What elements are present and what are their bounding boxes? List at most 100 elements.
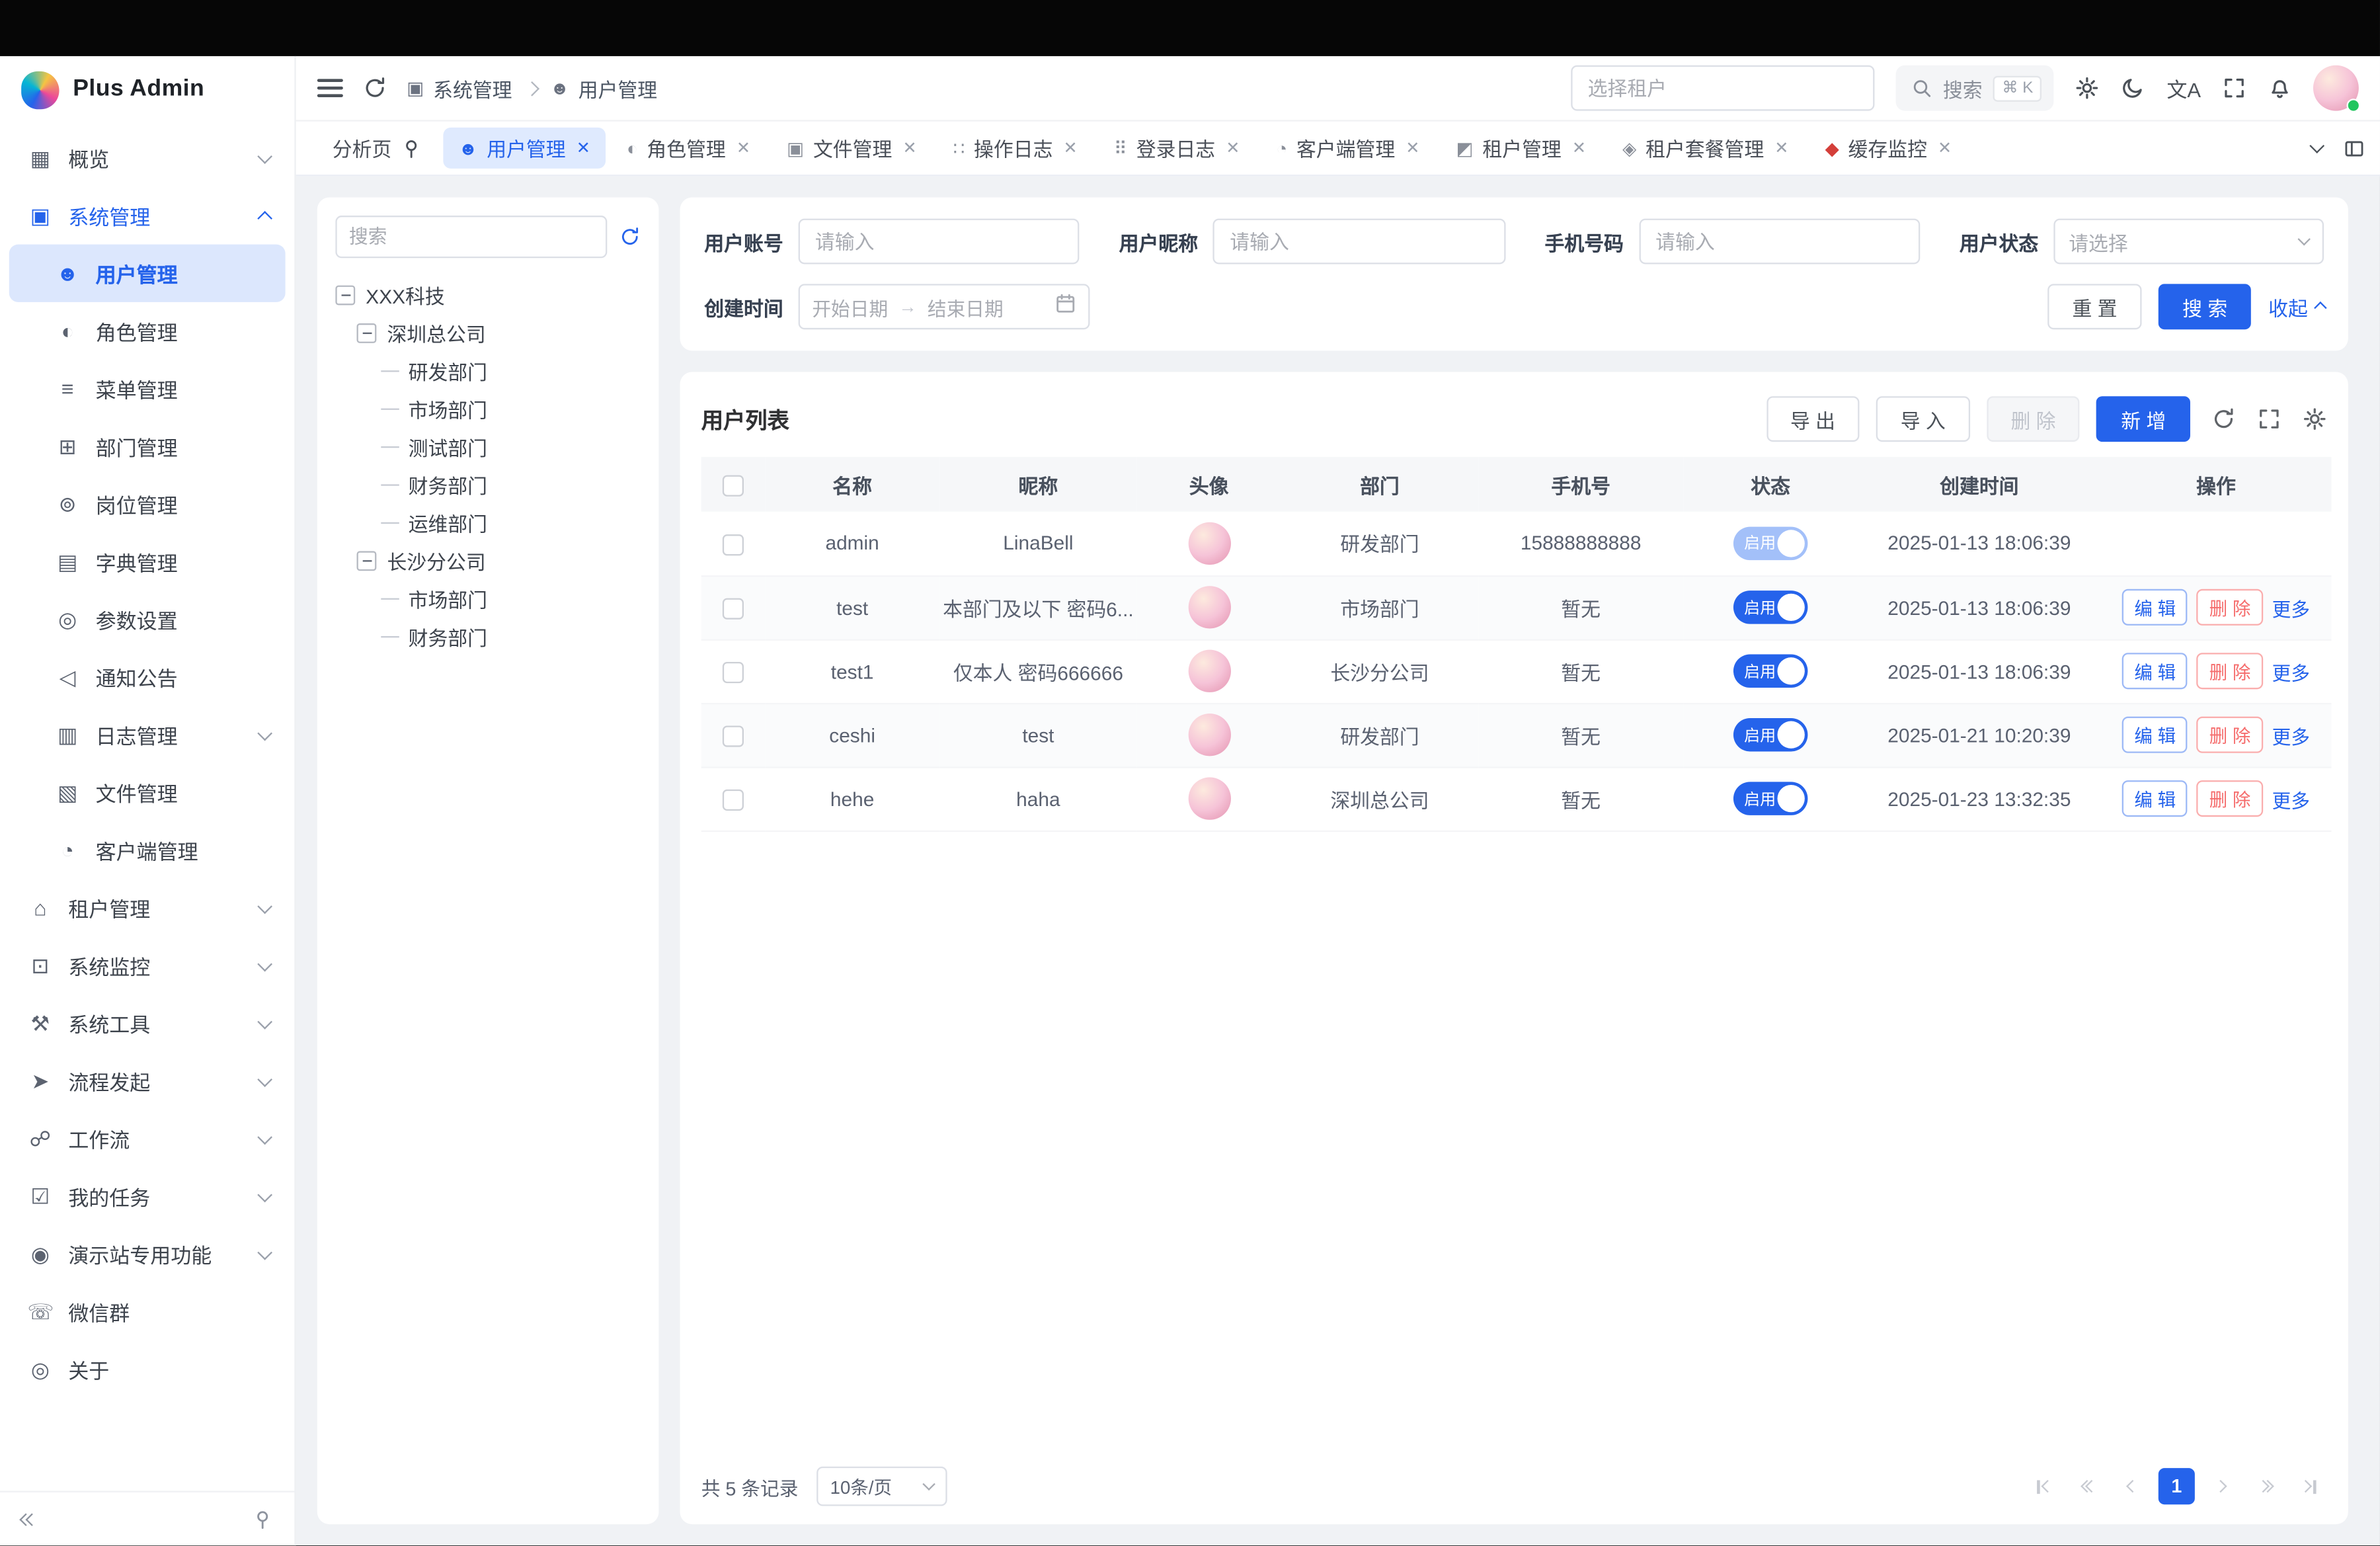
- tree-node[interactable]: 深圳总公司: [357, 314, 641, 352]
- tab[interactable]: ☻ 用户管理 ✕: [443, 128, 605, 169]
- delete-row-button[interactable]: 删 除: [2197, 780, 2263, 817]
- tree-node[interactable]: 市场部门: [381, 390, 641, 428]
- sidebar-item[interactable]: ▧ 文件管理: [9, 764, 286, 821]
- table-refresh-button[interactable]: [2211, 407, 2236, 431]
- sidebar-item[interactable]: ▥ 日志管理: [9, 706, 286, 764]
- sidebar-item[interactable]: ☑ 我的任务: [9, 1168, 286, 1225]
- sidebar-item[interactable]: ≡ 菜单管理: [9, 360, 286, 417]
- tab-close-icon[interactable]: ✕: [1064, 138, 1078, 158]
- tree-node[interactable]: XXX科技: [335, 276, 640, 314]
- breadcrumb-item[interactable]: ▣ 系统管理: [407, 73, 537, 102]
- sidebar-item[interactable]: ▦ 概览: [9, 129, 286, 186]
- tab[interactable]: ◔ 客户端管理 ✕: [1261, 128, 1435, 169]
- tree-node[interactable]: 测试部门: [381, 428, 641, 466]
- pin-icon[interactable]: [401, 138, 422, 159]
- sidebar-item[interactable]: ⊡ 系统监控: [9, 937, 286, 995]
- sidebar-item[interactable]: ◎ 参数设置: [9, 590, 286, 648]
- tab-close-icon[interactable]: ✕: [902, 138, 916, 158]
- edit-button[interactable]: 编 辑: [2122, 717, 2188, 753]
- tab-close-icon[interactable]: ✕: [1572, 138, 1586, 158]
- sidebar-item[interactable]: ⊞ 部门管理: [9, 417, 286, 475]
- row-checkbox[interactable]: [723, 598, 744, 619]
- status-toggle[interactable]: 启用: [1733, 655, 1807, 688]
- reset-button[interactable]: 重 置: [2048, 284, 2141, 329]
- refresh-page-button[interactable]: [363, 76, 387, 101]
- sidebar-item[interactable]: ☻ 用户管理: [9, 245, 286, 302]
- dark-mode-toggle[interactable]: [2121, 76, 2145, 101]
- filter-input[interactable]: [1639, 219, 1920, 264]
- tabs-panel-button[interactable]: [2344, 138, 2365, 159]
- tree-node[interactable]: 研发部门: [381, 352, 641, 390]
- tree-node[interactable]: 市场部门: [381, 580, 641, 618]
- tab[interactable]: ⠿ 登录日志 ✕: [1099, 128, 1255, 169]
- tree-node[interactable]: 运维部门: [381, 504, 641, 542]
- global-search[interactable]: 搜索 ⌘ K: [1896, 65, 2055, 111]
- tree-node[interactable]: 财务部门: [381, 618, 641, 655]
- row-checkbox[interactable]: [723, 725, 744, 747]
- next-page-button[interactable]: [2202, 1469, 2239, 1505]
- tab-close-icon[interactable]: ✕: [1938, 138, 1952, 158]
- export-button[interactable]: 导 出: [1766, 396, 1859, 442]
- tab-close-icon[interactable]: ✕: [736, 138, 750, 158]
- filter-select[interactable]: 请选择: [2053, 219, 2324, 264]
- tab-close-icon[interactable]: ✕: [1226, 138, 1240, 158]
- collapse-toggle-icon[interactable]: [357, 551, 377, 571]
- sidebar-item[interactable]: ◁ 通知公告: [9, 648, 286, 706]
- sidebar-item[interactable]: ◔ 客户端管理: [9, 821, 286, 879]
- sidebar-item[interactable]: ☍ 工作流: [9, 1110, 286, 1167]
- sidebar-item[interactable]: ⚒ 系统工具: [9, 995, 286, 1052]
- tabs-dropdown-button[interactable]: [2309, 138, 2324, 153]
- collapse-toggle-icon[interactable]: [335, 286, 355, 305]
- import-button[interactable]: 导 入: [1876, 396, 1969, 442]
- sidebar-item[interactable]: ▤ 字典管理: [9, 533, 286, 590]
- fullscreen-button[interactable]: [2222, 76, 2246, 101]
- tenant-select[interactable]: [1571, 65, 1874, 111]
- pin-icon[interactable]: [252, 1509, 273, 1530]
- date-range-picker[interactable]: 开始日期 → 结束日期: [799, 284, 1090, 329]
- tab[interactable]: 分析页: [317, 128, 437, 169]
- user-avatar[interactable]: [2313, 65, 2359, 111]
- tab[interactable]: ◆ 缓存监控 ✕: [1810, 128, 1967, 169]
- sidebar-collapse-button[interactable]: [21, 1515, 36, 1524]
- status-toggle[interactable]: 启用: [1733, 590, 1807, 624]
- filter-input[interactable]: [799, 219, 1080, 264]
- tree-refresh-button[interactable]: [619, 226, 641, 247]
- sidebar-item[interactable]: ◐ 角色管理: [9, 302, 286, 360]
- notifications-button[interactable]: [2268, 76, 2292, 101]
- more-button[interactable]: 更多: [2272, 720, 2310, 749]
- menu-toggle-button[interactable]: [317, 79, 343, 97]
- prev-page-button[interactable]: [2114, 1469, 2151, 1505]
- tab-close-icon[interactable]: ✕: [576, 138, 590, 158]
- prev-5-pages-button[interactable]: [2071, 1469, 2107, 1505]
- more-button[interactable]: 更多: [2272, 784, 2310, 813]
- select-all-checkbox[interactable]: [723, 475, 744, 496]
- first-page-button[interactable]: [2026, 1469, 2063, 1505]
- sidebar-item[interactable]: ⌂ 租户管理: [9, 879, 286, 936]
- tab[interactable]: ▣ 文件管理 ✕: [772, 128, 932, 169]
- row-checkbox[interactable]: [723, 662, 744, 683]
- edit-button[interactable]: 编 辑: [2122, 589, 2188, 626]
- sidebar-item[interactable]: ⊚ 岗位管理: [9, 475, 286, 533]
- tab[interactable]: ◐ 角色管理 ✕: [612, 128, 766, 169]
- breadcrumb-item[interactable]: ☻ 用户管理: [550, 73, 657, 102]
- delete-row-button[interactable]: 删 除: [2197, 589, 2263, 626]
- last-page-button[interactable]: [2291, 1469, 2327, 1505]
- delete-button[interactable]: 删 除: [1987, 396, 2080, 442]
- delete-row-button[interactable]: 删 除: [2197, 653, 2263, 689]
- status-toggle[interactable]: 启用: [1733, 526, 1807, 560]
- sidebar-item[interactable]: ▣ 系统管理: [9, 186, 286, 244]
- tab[interactable]: ◩ 租户管理 ✕: [1441, 128, 1601, 169]
- tab[interactable]: ◈ 租户套餐管理 ✕: [1607, 128, 1804, 169]
- language-toggle[interactable]: 文A: [2166, 73, 2201, 103]
- page-size-select[interactable]: 10条/页: [816, 1467, 947, 1507]
- collapse-filters-link[interactable]: 收起: [2268, 292, 2324, 321]
- tab-close-icon[interactable]: ✕: [1406, 138, 1419, 158]
- tab[interactable]: ∷ 操作日志 ✕: [938, 128, 1093, 169]
- edit-button[interactable]: 编 辑: [2122, 653, 2188, 689]
- row-checkbox[interactable]: [723, 789, 744, 810]
- tree-node[interactable]: 财务部门: [381, 466, 641, 504]
- add-button[interactable]: 新 增: [2096, 396, 2190, 442]
- table-settings-button[interactable]: [2303, 407, 2327, 431]
- current-page[interactable]: 1: [2159, 1469, 2195, 1505]
- delete-row-button[interactable]: 删 除: [2197, 717, 2263, 753]
